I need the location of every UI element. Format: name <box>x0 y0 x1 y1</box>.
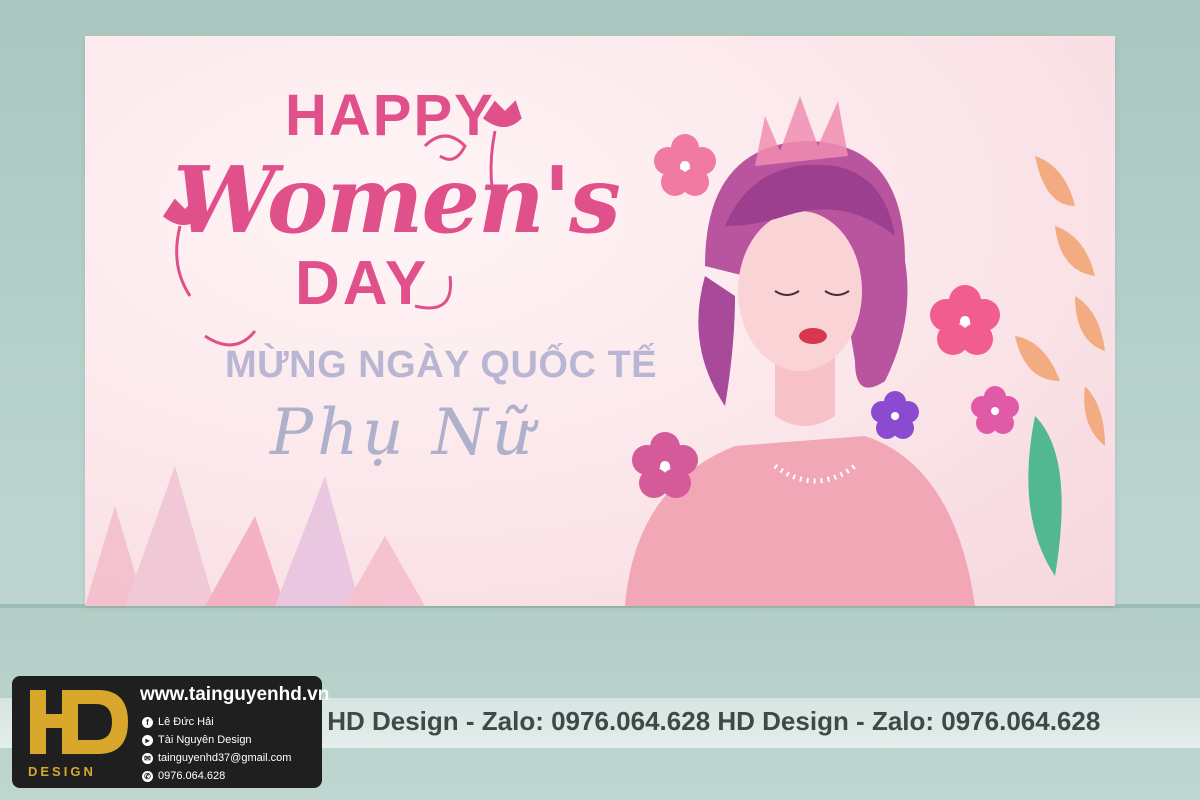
leaves-decoration <box>85 466 425 606</box>
contact-text: 0976.064.628 <box>158 770 226 782</box>
hd-logo-icon <box>30 690 128 754</box>
ticker-text: 064.628 HD Design - Zalo: 0976.064.628 H… <box>226 706 1101 736</box>
womens-day-banner: HAPPY Women's DAY MỪNG NGÀY QUỐC TẾ Phụ … <box>85 36 1115 606</box>
email-icon: ✉ <box>142 752 153 764</box>
ginkgo-leaves <box>1015 156 1105 446</box>
subtitle-script: Phụ Nữ <box>270 396 538 470</box>
contact-text: tainguyenhd37@gmail.com <box>158 752 292 764</box>
contact-email: ✉ tainguyenhd37@gmail.com <box>142 750 291 766</box>
green-leaf <box>1028 416 1062 576</box>
contact-text: Lê Đức Hải <box>158 716 214 728</box>
phone-icon: ✆ <box>142 770 153 782</box>
banner-illustration <box>85 96 1105 606</box>
contact-facebook: f Lê Đức Hải <box>142 714 214 730</box>
title-happy: HAPPY <box>285 83 495 148</box>
contact-phone: ✆ 0976.064.628 <box>142 768 225 784</box>
contact-youtube: ▸ Tài Nguyên Design <box>142 732 252 748</box>
facebook-icon: f <box>142 716 153 728</box>
youtube-icon: ▸ <box>142 734 153 746</box>
title-day: DAY <box>295 249 430 318</box>
contact-text: Tài Nguyên Design <box>158 734 252 746</box>
watermark-card: DESIGN www.tainguyenhd.vn f Lê Đức Hải ▸… <box>12 676 329 788</box>
logo-label: DESIGN <box>28 764 96 779</box>
title-womens: Women's <box>173 146 621 254</box>
website-link: www.tainguyenhd.vn <box>140 684 330 705</box>
subtitle-main: MỪNG NGÀY QUỐC TẾ <box>225 344 658 386</box>
